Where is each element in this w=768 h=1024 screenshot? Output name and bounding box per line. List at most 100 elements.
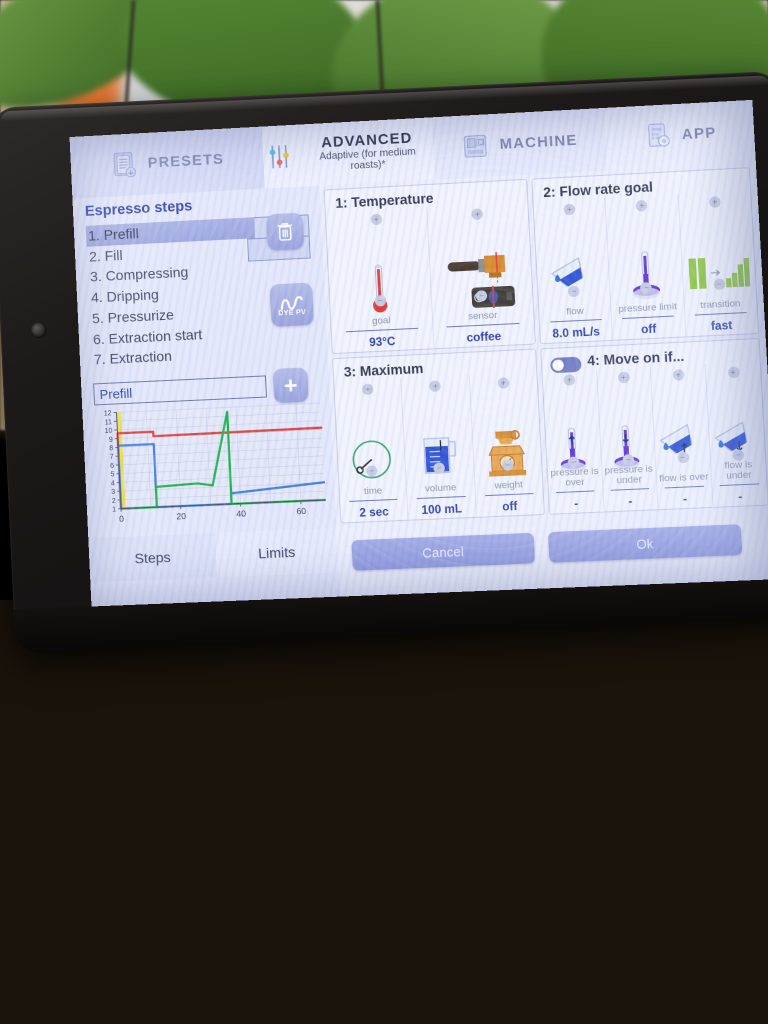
control-flow-over[interactable]: + − flow is over - (650, 364, 713, 511)
profile-chart: 1 2 3 4 5 6 7 8 9 10 11 12 0 20 40 60 (90, 399, 328, 538)
panel-controls: + (542, 361, 767, 515)
control-temperature-sensor[interactable]: + − sensor coffee (426, 202, 535, 350)
increment-icon[interactable]: + (618, 372, 630, 384)
control-value: - (549, 497, 603, 511)
control-pressure-over[interactable]: + − pressure is over - (542, 369, 603, 516)
thermometer-icon (365, 259, 394, 319)
panel-controls: + − goal 93°C + − sensor coffee (326, 202, 535, 355)
panel-maximum: 3: Maximum + − time 2 sec + − volume 100… (332, 349, 545, 524)
increment-icon[interactable]: + (636, 200, 648, 212)
tab-steps[interactable]: Steps (88, 533, 217, 582)
control-glyph (652, 379, 713, 511)
dye-pv-label: DYE PV (278, 309, 306, 317)
cancel-button[interactable]: Cancel (351, 533, 535, 571)
control-value: - (658, 493, 713, 508)
advanced-tab-text: ADVANCED Adaptive (for medium roasts)* (302, 129, 434, 175)
scale-icon (483, 426, 531, 481)
svg-text:9: 9 (109, 436, 113, 443)
svg-text:1: 1 (112, 506, 116, 513)
photograph-scene: PRESETS ADVANCED Adaptive (for medium ro… (0, 0, 768, 1024)
control-max-time[interactable]: + − time 2 sec (334, 378, 408, 524)
control-label: flow is under (711, 460, 766, 483)
document-list-icon (109, 149, 140, 180)
svg-text:11: 11 (105, 419, 113, 426)
control-label: pressure is over (548, 467, 602, 490)
sliders-icon (264, 141, 296, 173)
dye-pv-button[interactable]: DYE PV (270, 283, 315, 327)
tab-limits[interactable]: Limits (215, 528, 339, 577)
delete-step-button[interactable] (266, 213, 304, 251)
control-flow-under[interactable]: + − flow is under - (705, 361, 768, 508)
add-step-button[interactable]: + (273, 367, 309, 403)
control-glyph (707, 377, 768, 509)
tab-advanced[interactable]: ADVANCED Adaptive (for medium roasts)* (262, 117, 435, 188)
increment-icon[interactable]: + (472, 208, 484, 220)
increment-icon[interactable]: + (564, 204, 576, 216)
svg-text:60: 60 (296, 506, 306, 517)
control-glyph (470, 387, 544, 519)
tab-label: PRESETS (147, 152, 224, 172)
panel-temperature: 1: Temperature + − goal 93°C + − sensor … (324, 179, 536, 354)
svg-text:8: 8 (109, 445, 113, 452)
page-title: Espresso steps (85, 198, 193, 220)
control-glyph (402, 390, 475, 522)
tablet-screen: PRESETS ADVANCED Adaptive (for medium ro… (70, 100, 768, 607)
steps-sidebar: Espresso steps 1. Prefill 2. Fill 3. Com… (72, 186, 339, 607)
increment-icon[interactable]: + (564, 374, 576, 386)
control-max-volume[interactable]: + − volume 100 mL (401, 375, 476, 522)
step-list[interactable]: 1. Prefill 2. Fill 3. Compressing 4. Dri… (86, 217, 262, 370)
sidebar-bottom-tabs: Steps Limits (88, 528, 338, 583)
control-glyph (335, 393, 408, 524)
tab-label: APP (681, 125, 716, 143)
svg-text:0: 0 (119, 514, 124, 524)
control-glyph (543, 384, 603, 515)
control-pressure-limit[interactable]: + − pressure limit off (605, 194, 685, 342)
profile-chart-svg: 1234567891011120 20 40 60 (90, 399, 328, 538)
control-flow[interactable]: + − flow 8.0 mL/s (533, 198, 612, 345)
trash-icon (274, 220, 295, 243)
de1-app-ui: PRESETS ADVANCED Adaptive (for medium ro… (70, 100, 768, 607)
svg-text:20: 20 (176, 511, 186, 521)
tab-app[interactable]: APP (604, 100, 756, 171)
pouring-cup-icon (544, 254, 602, 305)
increment-icon[interactable]: + (497, 377, 509, 389)
tab-presets[interactable]: PRESETS (70, 127, 265, 199)
panel-move-on-if: 4: Move on if... + − pressure is over - … (540, 338, 768, 515)
increment-icon[interactable]: + (727, 367, 739, 379)
tab-label: MACHINE (499, 133, 578, 153)
control-pressure-under[interactable]: + − pressure is under - (596, 367, 658, 514)
svg-text:7: 7 (110, 454, 114, 461)
decrement-icon[interactable]: − (502, 459, 514, 471)
control-label: pressure is under (602, 464, 656, 487)
panel-controls: + (533, 191, 758, 346)
svg-text:6: 6 (110, 463, 114, 470)
espresso-machine-icon (460, 130, 492, 162)
svg-text:3: 3 (111, 489, 115, 496)
decrement-icon[interactable]: − (677, 452, 689, 464)
ok-button[interactable]: Ok (548, 524, 742, 563)
tablet-settings-icon (642, 120, 675, 152)
decrement-icon[interactable]: − (374, 295, 386, 307)
tab-machine[interactable]: MACHINE (432, 108, 607, 180)
pressure-gauge-icon (627, 246, 665, 305)
svg-text:4: 4 (111, 480, 115, 487)
increment-icon[interactable]: + (362, 383, 374, 395)
control-value: - (713, 490, 768, 505)
espresso-machine-body (0, 600, 768, 1024)
step-name-input[interactable] (93, 375, 267, 405)
increment-icon[interactable]: + (709, 196, 721, 208)
control-temperature-goal[interactable]: + − goal 93°C (326, 207, 433, 355)
svg-text:5: 5 (110, 471, 114, 478)
increment-icon[interactable]: + (430, 380, 442, 392)
portafilter-grouphead-icon (443, 251, 520, 317)
control-transition[interactable]: + − transition fast (677, 191, 758, 339)
svg-text:40: 40 (236, 508, 246, 519)
svg-text:10: 10 (104, 428, 112, 435)
increment-icon[interactable]: + (672, 369, 684, 381)
svg-text:2: 2 (112, 498, 116, 505)
panel-controls: + − time 2 sec + − volume 100 mL + − wei… (334, 372, 544, 525)
control-glyph (597, 382, 657, 514)
increment-icon[interactable]: + (370, 214, 382, 226)
control-max-weight[interactable]: + − weight off (468, 372, 544, 519)
svg-text:12: 12 (104, 410, 112, 417)
